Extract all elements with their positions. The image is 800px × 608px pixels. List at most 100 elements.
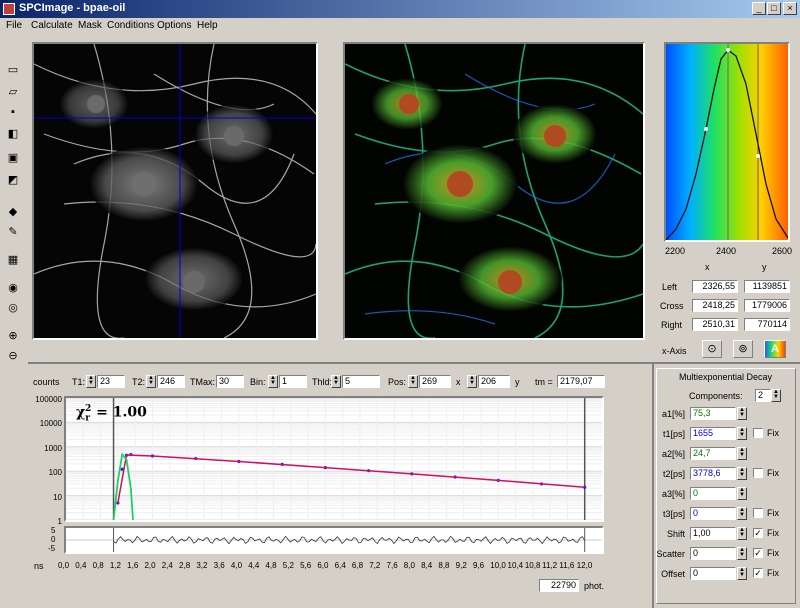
fit-param-spinner[interactable]: ▲ ▼	[737, 567, 747, 580]
fit-param-field[interactable]: 3778,6	[690, 467, 736, 480]
menu-help[interactable]: Help	[197, 20, 218, 31]
decay-y-tick: 100000	[35, 395, 62, 404]
zoom-hist-out-button[interactable]: ⊚	[733, 340, 753, 358]
irf-curve-line	[112, 452, 134, 521]
zoom-out-tool-button[interactable]: ⊖	[5, 348, 21, 364]
fit-param-field[interactable]: 24,7	[690, 447, 736, 460]
decay-x-tick: 3,2	[196, 561, 208, 570]
left-toolbar: ▭ ▱ ▪ ◧ ▣ ◩ ◆ ✎ ▦ ◉ ◎ ⊕ ⊖	[0, 34, 28, 608]
fit-param-spinner[interactable]: ▲ ▼	[737, 507, 747, 520]
fix-checkbox[interactable]	[753, 468, 763, 478]
menu-options[interactable]: Options	[157, 20, 191, 31]
photon-count-label: phot.	[584, 581, 605, 591]
pos-x-spinner[interactable]: ▲ ▼	[408, 375, 418, 388]
fit-param-field[interactable]: 0	[690, 487, 736, 500]
res-tick-0: 0	[51, 535, 56, 544]
zoom-out-icon: ⊖	[8, 350, 18, 362]
export-tool-button[interactable]: ◎	[5, 300, 21, 316]
fix-checkbox[interactable]	[753, 428, 763, 438]
photon-count-field[interactable]: 22790	[539, 579, 579, 592]
fix-checkbox[interactable]: ✓	[753, 568, 763, 578]
right-y-field[interactable]: 770114	[744, 318, 790, 331]
intensity-image-panel[interactable]	[32, 42, 318, 340]
cross-y-field[interactable]: 1779006	[744, 299, 790, 312]
thld-field[interactable]: 5	[342, 375, 380, 388]
lifetime-histogram[interactable]	[664, 42, 790, 242]
fit-param-field[interactable]: 1,00	[690, 527, 736, 540]
residuals-plot[interactable]	[66, 528, 602, 552]
zoom-in-icon: ⊕	[8, 330, 18, 342]
unlock-tool-button[interactable]: ◩	[5, 172, 21, 188]
fit-param-field[interactable]: 75,3	[690, 407, 736, 420]
lifetime-image-panel[interactable]	[343, 42, 645, 340]
menu-calculate[interactable]: Calculate	[31, 20, 73, 31]
lifetime-image[interactable]	[345, 44, 643, 338]
fit-param-label: a3[%]	[661, 489, 685, 499]
zoom-hist-in-button[interactable]: ⊙	[702, 340, 722, 358]
fit-param-spinner[interactable]: ▲ ▼	[737, 487, 747, 500]
zoom-in-tool-button[interactable]: ⊕	[5, 328, 21, 344]
menu-mask[interactable]: Mask	[78, 20, 102, 31]
intensity-image[interactable]	[34, 44, 316, 338]
new-file-tool-button[interactable]: ▭	[5, 62, 21, 78]
lock-tool-button[interactable]: ▣	[5, 150, 21, 166]
pos-x-field[interactable]: 269	[419, 375, 451, 388]
components-field[interactable]: 2	[755, 389, 771, 402]
fit-param-spinner[interactable]: ▲ ▼	[737, 427, 747, 440]
fix-checkbox[interactable]: ✓	[753, 548, 763, 558]
left-x-field[interactable]: 2326,55	[692, 280, 738, 293]
fix-label: Fix	[767, 468, 779, 478]
menu-conditions[interactable]: Conditions	[107, 20, 154, 31]
copy-tool-button[interactable]: ◧	[5, 126, 21, 142]
bin-spinner[interactable]: ▲ ▼	[268, 375, 278, 388]
fit-param-field[interactable]: 0	[690, 547, 736, 560]
fix-checkbox[interactable]	[753, 508, 763, 518]
vertical-splitter[interactable]	[652, 364, 654, 608]
save-icon: ▪	[11, 106, 15, 118]
components-spinner[interactable]: ▲ ▼	[771, 389, 781, 402]
cross-x-field[interactable]: 2418,25	[692, 299, 738, 312]
maximize-button[interactable]: □	[767, 2, 781, 15]
fit-param-field[interactable]: 0	[690, 567, 736, 580]
pos-y-field[interactable]: 206	[478, 375, 510, 388]
res-tick-minus-5: -5	[48, 544, 56, 553]
hist-x-tick-2600: 2600	[772, 246, 793, 256]
save-tool-button[interactable]: ▪	[5, 104, 21, 120]
camera-tool-button[interactable]: ◉	[5, 280, 21, 296]
pos-y-spinner[interactable]: ▲ ▼	[467, 375, 477, 388]
open-tool-button[interactable]: ▱	[5, 84, 21, 100]
t2-spinner[interactable]: ▲ ▼	[146, 375, 156, 388]
fit-param-spinner[interactable]: ▲ ▼	[737, 527, 747, 540]
fix-checkbox[interactable]: ✓	[753, 528, 763, 538]
fit-param-spinner[interactable]: ▲ ▼	[737, 467, 747, 480]
color-map-tool-button[interactable]: ▦	[5, 252, 21, 268]
residuals-plot-area[interactable]	[64, 526, 604, 554]
menu-file[interactable]: File	[6, 20, 22, 31]
close-button[interactable]: ×	[783, 2, 797, 15]
decay-y-tick: 10	[53, 492, 62, 502]
right-label: Right	[661, 320, 683, 330]
thld-spinner[interactable]: ▲ ▼	[331, 375, 341, 388]
horizontal-splitter[interactable]	[28, 362, 800, 364]
right-x-field[interactable]: 2510,31	[692, 318, 738, 331]
histogram-plot[interactable]	[665, 44, 789, 241]
t2-field[interactable]: 246	[157, 375, 185, 388]
bin-field[interactable]: 1	[279, 375, 307, 388]
fit-param-field[interactable]: 1655	[690, 427, 736, 440]
fit-param-field[interactable]: 0	[690, 507, 736, 520]
brush-tool-button[interactable]: ✎	[5, 224, 21, 240]
left-y-field[interactable]: 1139851	[744, 280, 790, 293]
fit-param-spinner[interactable]: ▲ ▼	[737, 447, 747, 460]
fit-param-spinner[interactable]: ▲ ▼	[737, 407, 747, 420]
fit-param-spinner[interactable]: ▲ ▼	[737, 547, 747, 560]
camera-icon: ◉	[8, 282, 18, 294]
color-palette-icon: A	[771, 343, 779, 355]
t1-field[interactable]: 23	[97, 375, 125, 388]
tm-field[interactable]: 2179,07	[557, 375, 605, 388]
diamond-tool-button[interactable]: ◆	[5, 204, 21, 220]
minimize-button[interactable]: _	[752, 2, 766, 15]
color-scale-button[interactable]: A	[764, 340, 786, 358]
tmax-field[interactable]: 30	[216, 375, 244, 388]
t1-spinner[interactable]: ▲ ▼	[86, 375, 96, 388]
fix-label: Fix	[767, 508, 779, 518]
